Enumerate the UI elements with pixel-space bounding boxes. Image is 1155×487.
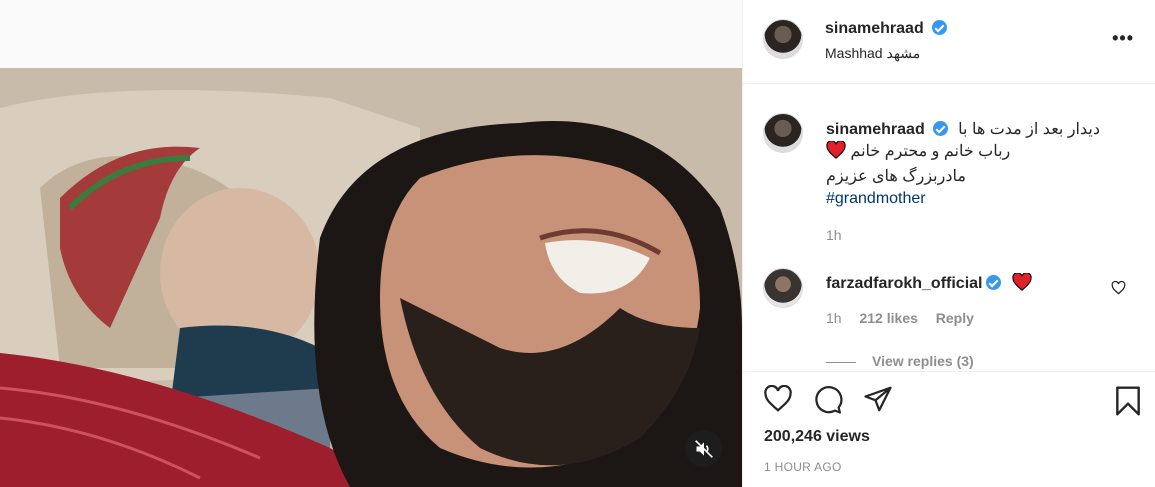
post-header: sinamehraad Mashhad مشهد ••• — [743, 0, 1155, 84]
like-button[interactable] — [763, 384, 793, 418]
red-heart-emoji-icon — [826, 140, 846, 166]
caption-line-2: رباب خانم و محترم خانم — [850, 143, 1011, 160]
share-button[interactable] — [863, 385, 893, 418]
more-icon: ••• — [1112, 28, 1134, 48]
more-options-button[interactable]: ••• — [1112, 28, 1134, 49]
comment: farzadfarokh_official — [826, 272, 1032, 296]
post-location[interactable]: Mashhad مشهد — [825, 45, 920, 62]
commenter-username[interactable]: farzadfarokh_official — [826, 275, 982, 292]
comment-time[interactable]: 1h — [826, 310, 842, 326]
speaker-muted-icon — [694, 439, 713, 458]
author-info: sinamehraad — [825, 20, 948, 38]
caption-line-3: مادربزرگ های عزیزم — [826, 168, 966, 185]
post-video[interactable] — [0, 68, 742, 487]
view-replies-button[interactable]: View replies (3) — [826, 353, 974, 369]
caption-line-1: دیدار بعد از مدت ها با — [958, 121, 1100, 138]
post-timestamp[interactable]: 1 HOUR AGO — [764, 460, 842, 474]
author-avatar[interactable] — [763, 19, 803, 59]
hashtag-link[interactable]: #grandmother — [826, 188, 1126, 210]
paper-plane-icon — [864, 386, 892, 412]
post-media-area — [0, 0, 742, 487]
mute-toggle-button[interactable] — [685, 430, 722, 467]
verified-badge-icon — [932, 20, 948, 35]
video-frame-image — [0, 68, 742, 487]
comments-section: sinamehraad دیدار بعد از مدت ها با رباب … — [743, 85, 1155, 370]
view-replies-label: View replies (3) — [872, 353, 974, 369]
like-comment-button[interactable] — [1111, 280, 1126, 300]
post-side-panel: sinamehraad Mashhad مشهد ••• sinamehraad… — [742, 0, 1155, 487]
caption-time[interactable]: 1h — [826, 224, 1126, 246]
heart-outline-icon — [764, 384, 792, 412]
caption-username[interactable]: sinamehraad — [826, 121, 925, 138]
reply-button[interactable]: Reply — [936, 310, 974, 326]
post-actions-bar — [743, 371, 1155, 431]
caption: sinamehraad دیدار بعد از مدت ها با رباب … — [826, 119, 1126, 246]
comment-likes[interactable]: 212 likes — [859, 310, 917, 326]
comment-meta: 1h 212 likes Reply — [826, 310, 988, 326]
comment-bubble-icon — [815, 386, 843, 414]
heart-outline-icon — [1111, 280, 1126, 295]
caption-avatar[interactable] — [763, 113, 803, 153]
comment-button[interactable] — [813, 385, 843, 420]
save-button[interactable] — [1114, 385, 1142, 422]
commenter-avatar[interactable] — [763, 268, 803, 308]
replies-divider-line — [826, 361, 856, 363]
verified-badge-icon — [986, 275, 1002, 290]
verified-badge-icon — [932, 121, 948, 136]
view-count[interactable]: 200,246 views — [764, 428, 870, 446]
red-heart-emoji-icon — [1012, 272, 1032, 296]
author-username[interactable]: sinamehraad — [825, 20, 924, 37]
bookmark-icon — [1116, 386, 1140, 416]
